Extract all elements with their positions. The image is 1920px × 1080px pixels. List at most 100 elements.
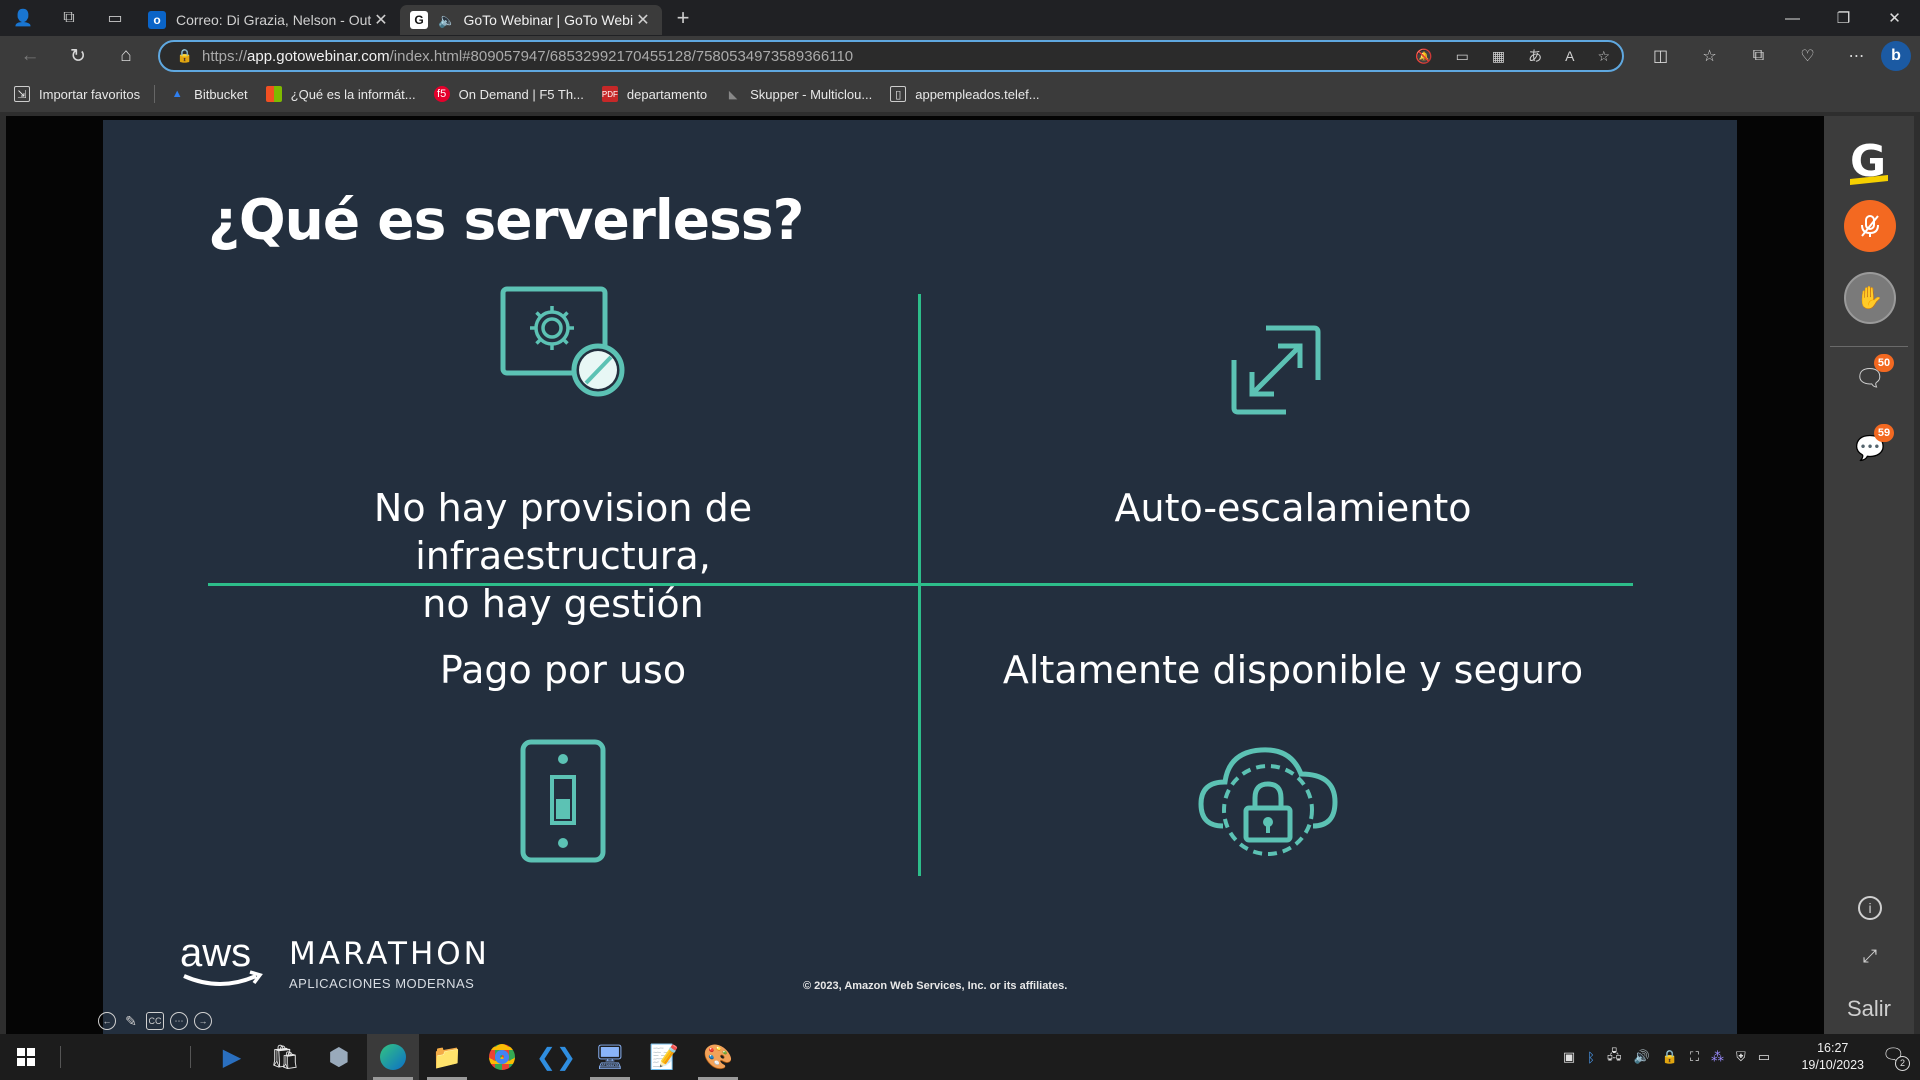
edge-icon[interactable] (367, 1034, 419, 1080)
pen-icon[interactable]: ✎ (122, 1012, 140, 1030)
notification-center-icon[interactable]: 🗨 2 (1882, 1045, 1910, 1071)
speaker-icon[interactable]: 🔈 (438, 12, 455, 29)
battery-icon[interactable]: ▭ (1758, 1049, 1770, 1065)
more-icon[interactable]: ⋯ (170, 1012, 188, 1030)
auto-scale-icon (1231, 325, 1321, 415)
tab-goto-webinar[interactable]: G 🔈 GoTo Webinar | GoTo Webir ✕ (400, 5, 662, 35)
bookmark-label: Bitbucket (194, 86, 248, 102)
chrome-icon[interactable] (476, 1034, 528, 1080)
snip-icon[interactable]: ⛶ (1690, 1049, 1699, 1065)
info-button[interactable]: i (1852, 890, 1888, 926)
notepadpp-icon[interactable]: 📝 (638, 1034, 690, 1080)
microphone-button[interactable] (1844, 200, 1896, 252)
close-tab-icon[interactable]: ✕ (372, 10, 390, 30)
raise-hand-button[interactable]: ✋ (1844, 272, 1896, 324)
tab-title: GoTo Webinar | GoTo Webir (463, 12, 634, 28)
aws-logo: aws (180, 931, 263, 986)
split-screen-icon[interactable]: ◫ (1636, 36, 1685, 76)
extensions-grid-icon[interactable]: ▦ (1492, 48, 1505, 65)
tab-outlook[interactable]: o Correo: Di Grazia, Nelson - Outlo ✕ (138, 5, 400, 35)
window-controls: — ❐ ✕ (1767, 0, 1920, 36)
vscode-icon[interactable]: ❮❯ (530, 1034, 582, 1080)
bluetooth-icon[interactable]: ᛒ (1587, 1050, 1595, 1065)
taskbar-clock[interactable]: 16:27 19/10/2023 (1801, 1040, 1864, 1074)
bookmark-bitbucket[interactable]: ▲ Bitbucket (169, 86, 248, 102)
webinar-content: ¿Qué es serverless? No hay provision de … (0, 112, 1920, 1038)
bing-copilot-icon[interactable]: b (1881, 41, 1911, 71)
workspaces-icon[interactable]: ⧉ (46, 0, 92, 36)
close-window-icon[interactable]: ✕ (1869, 0, 1920, 36)
volume-icon[interactable]: 🔊 (1633, 1049, 1649, 1065)
clock-date: 19/10/2023 (1801, 1058, 1864, 1072)
marathon-brand: MARATHON APLICACIONES MODERNAS (289, 936, 490, 991)
remote-desktop-icon[interactable]: 🖥 (584, 1034, 636, 1080)
next-slide-icon[interactable]: → (194, 1012, 212, 1030)
system-tray: ▣ ᛒ 🖧 🔊 🔒 ⛶ ⁂ ⛨ ▭ (1563, 1034, 1770, 1080)
microsoft-icon (265, 86, 282, 102)
windows-start-icon[interactable] (0, 1034, 52, 1080)
powershell-icon[interactable]: ▶ (206, 1034, 258, 1080)
previous-slide-icon[interactable]: ← (98, 1012, 116, 1030)
file-explorer-icon[interactable]: 📁 (421, 1034, 473, 1080)
questions-button[interactable]: 🗨 50 (1852, 354, 1894, 396)
app-available-icon[interactable]: ▭ (1456, 48, 1469, 65)
new-tab-button[interactable]: + (666, 5, 700, 31)
translate-icon[interactable]: あ (1528, 46, 1542, 66)
bookmark-que-es-informatica[interactable]: ¿Qué es la informát... (265, 86, 416, 102)
read-aloud-icon[interactable]: A (1565, 48, 1574, 64)
bookmark-skupper[interactable]: ◣ Skupper - Multiclou... (725, 86, 872, 102)
store-icon[interactable]: 🛍 (259, 1034, 311, 1080)
toolbar-right: ◫ ☆ ⧉ ♡ ⋯ b (1636, 36, 1920, 76)
defender-icon[interactable]: ⛨ (1736, 1049, 1746, 1065)
quadrant-bottom-right-text: Altamente disponible y seguro (1002, 648, 1584, 692)
virtualbox-icon[interactable]: ⬢ (313, 1034, 365, 1080)
tray-app-icon[interactable]: ▣ (1563, 1049, 1575, 1065)
tab-actions-icon[interactable]: ▭ (92, 0, 138, 36)
bookmarks-bar: ⇲ Importar favoritos ▲ Bitbucket ¿Qué es… (0, 76, 1920, 112)
minimize-icon[interactable]: — (1767, 0, 1818, 36)
close-tab-icon[interactable]: ✕ (634, 10, 652, 30)
marathon-subtitle: APLICACIONES MODERNAS (289, 976, 475, 991)
chat-button[interactable]: 💬 59 (1852, 424, 1894, 466)
lock-icon[interactable]: 🔒 (168, 48, 202, 64)
profile-avatar-icon[interactable]: 👤 (0, 0, 46, 36)
browser-essentials-icon[interactable]: ♡ (1783, 36, 1832, 76)
favorite-star-icon[interactable]: ☆ (1597, 48, 1610, 65)
bookmark-label: appempleados.telef... (915, 86, 1040, 102)
bookmark-departamento[interactable]: PDF departamento (601, 86, 707, 102)
quadrant-top-left-text: No hay provision de infraestructura, no … (233, 484, 893, 628)
quadrant-top-right-text: Auto-escalamiento (1114, 486, 1472, 530)
pdf-icon: PDF (601, 86, 618, 102)
slide-title: ¿Qué es serverless? (208, 188, 804, 252)
goto-logo: G (1850, 136, 1887, 187)
favorites-icon[interactable]: ☆ (1685, 36, 1734, 76)
url-text[interactable]: https://app.gotowebinar.com/index.html#8… (202, 48, 853, 65)
back-icon[interactable]: ← (6, 36, 54, 76)
security-icon[interactable]: 🔒 (1662, 1049, 1678, 1065)
info-icon: i (1858, 896, 1882, 920)
home-icon[interactable]: ⌂ (102, 36, 150, 76)
refresh-icon[interactable]: ↻ (54, 36, 102, 76)
slide-controls: ← ✎ CC ⋯ → (98, 1012, 212, 1030)
teams-icon[interactable]: ⁂ (1711, 1049, 1724, 1065)
bookmark-appempleados[interactable]: ▯ appempleados.telef... (890, 86, 1040, 102)
bookmark-import[interactable]: ⇲ Importar favoritos (14, 86, 140, 102)
fullscreen-button[interactable]: ⤢ (1852, 938, 1888, 974)
more-options-icon[interactable]: ⋯ (1832, 36, 1881, 76)
tab-title: Correo: Di Grazia, Nelson - Outlo (176, 12, 372, 28)
mic-muted-icon (1861, 215, 1879, 237)
paint-icon[interactable]: 🎨 (692, 1034, 744, 1080)
mute-notifications-icon[interactable]: 🔕 (1415, 48, 1432, 65)
bookmark-f5[interactable]: f5 On Demand | F5 Th... (433, 86, 584, 102)
bookmark-label: ¿Qué es la informát... (290, 86, 416, 102)
network-icon[interactable]: 🖧 (1607, 1046, 1622, 1068)
address-bar[interactable]: 🔒 https://app.gotowebinar.com/index.html… (158, 40, 1624, 72)
collections-icon[interactable]: ⧉ (1734, 36, 1783, 76)
skupper-icon: ◣ (728, 88, 738, 101)
restore-icon[interactable]: ❐ (1818, 0, 1869, 36)
cloud-lock-icon (1198, 747, 1338, 856)
captions-icon[interactable]: CC (146, 1012, 164, 1030)
outlook-icon: o (148, 11, 166, 29)
f5-icon: f5 (433, 86, 450, 102)
exit-button[interactable]: Salir (1824, 996, 1914, 1022)
